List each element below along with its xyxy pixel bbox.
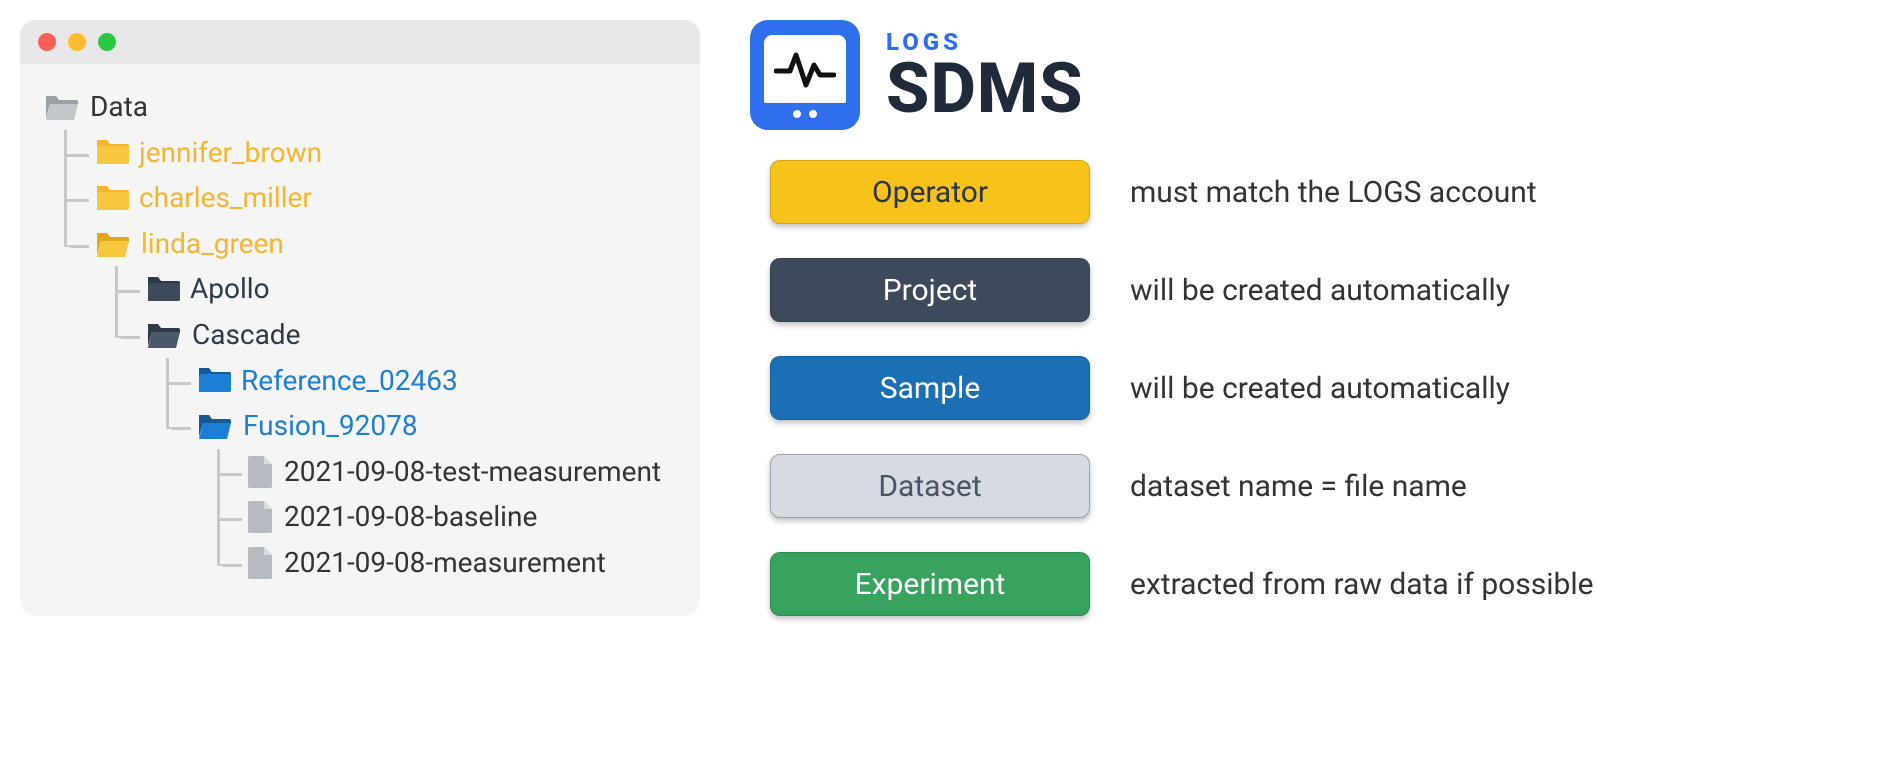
tree-dataset-label: 2021-09-08-measurement bbox=[284, 546, 606, 580]
tree-dataset[interactable]: 2021-09-08-measurement bbox=[248, 540, 680, 586]
tree-operator[interactable]: charles_miller bbox=[95, 175, 680, 221]
folder-icon bbox=[197, 366, 231, 394]
tree-sample[interactable]: Reference_02463 bbox=[197, 358, 680, 404]
file-icon bbox=[248, 501, 274, 533]
legend-desc-experiment: extracted from raw data if possible bbox=[1130, 567, 1862, 602]
activity-icon bbox=[774, 49, 836, 89]
legend-pill-operator: Operator bbox=[770, 160, 1090, 224]
minimize-icon[interactable] bbox=[68, 33, 86, 51]
tree-dataset[interactable]: 2021-09-08-baseline bbox=[248, 494, 680, 540]
brand-sdms-text: SDMS bbox=[886, 56, 1084, 123]
legend-panel: LOGS SDMS Operator must match the LOGS a… bbox=[740, 20, 1862, 616]
legend-pill-label: Project bbox=[883, 273, 978, 308]
window-titlebar bbox=[20, 20, 700, 64]
tree-dataset-label: 2021-09-08-test-measurement bbox=[284, 455, 661, 489]
tree-project-label: Cascade bbox=[192, 318, 300, 352]
tree-project-label: Apollo bbox=[190, 272, 270, 306]
folder-icon bbox=[95, 184, 129, 212]
maximize-icon[interactable] bbox=[98, 33, 116, 51]
legend-desc-operator: must match the LOGS account bbox=[1130, 175, 1862, 210]
tree-operator-label: linda_green bbox=[141, 227, 284, 261]
legend-desc-project: will be created automatically bbox=[1130, 273, 1862, 308]
legend-pill-experiment: Experiment bbox=[770, 552, 1090, 616]
legend-desc-sample: will be created automatically bbox=[1130, 371, 1862, 406]
file-icon bbox=[248, 547, 274, 579]
legend-pill-project: Project bbox=[770, 258, 1090, 322]
legend-pill-label: Sample bbox=[880, 371, 981, 406]
directory-tree: Data jennifer_brown charles_miller bbox=[20, 64, 700, 596]
tree-project[interactable]: Cascade bbox=[146, 312, 680, 358]
tree-operator[interactable]: jennifer_brown bbox=[95, 130, 680, 176]
legend-pill-label: Operator bbox=[872, 175, 988, 210]
tree-sample-label: Reference_02463 bbox=[241, 364, 458, 398]
tree-project[interactable]: Apollo bbox=[146, 266, 680, 312]
tree-operator-label: jennifer_brown bbox=[139, 136, 322, 170]
file-icon bbox=[248, 456, 274, 488]
legend-pill-label: Dataset bbox=[878, 469, 981, 504]
folder-icon bbox=[146, 275, 180, 303]
tree-root[interactable]: Data bbox=[44, 84, 680, 130]
folder-open-icon bbox=[197, 411, 233, 441]
folder-open-icon bbox=[95, 229, 131, 259]
file-browser-window: Data jennifer_brown charles_miller bbox=[20, 20, 700, 616]
tree-dataset[interactable]: 2021-09-08-test-measurement bbox=[248, 449, 680, 495]
brand-logo: LOGS SDMS bbox=[740, 20, 1862, 130]
legend-pill-dataset: Dataset bbox=[770, 454, 1090, 518]
tree-dataset-label: 2021-09-08-baseline bbox=[284, 500, 537, 534]
close-icon[interactable] bbox=[38, 33, 56, 51]
legend-pill-label: Experiment bbox=[855, 567, 1006, 602]
folder-open-icon bbox=[146, 320, 182, 350]
folder-open-icon bbox=[44, 92, 80, 122]
tree-operator[interactable]: linda_green bbox=[95, 221, 680, 267]
folder-icon bbox=[95, 138, 129, 166]
legend-grid: Operator must match the LOGS account Pro… bbox=[740, 160, 1862, 616]
tree-sample[interactable]: Fusion_92078 bbox=[197, 403, 680, 449]
tree-operator-label: charles_miller bbox=[139, 181, 312, 215]
tree-root-label: Data bbox=[90, 90, 148, 124]
legend-desc-dataset: dataset name = file name bbox=[1130, 469, 1862, 504]
brand-monitor-icon bbox=[750, 20, 860, 130]
legend-pill-sample: Sample bbox=[770, 356, 1090, 420]
tree-sample-label: Fusion_92078 bbox=[243, 409, 418, 443]
